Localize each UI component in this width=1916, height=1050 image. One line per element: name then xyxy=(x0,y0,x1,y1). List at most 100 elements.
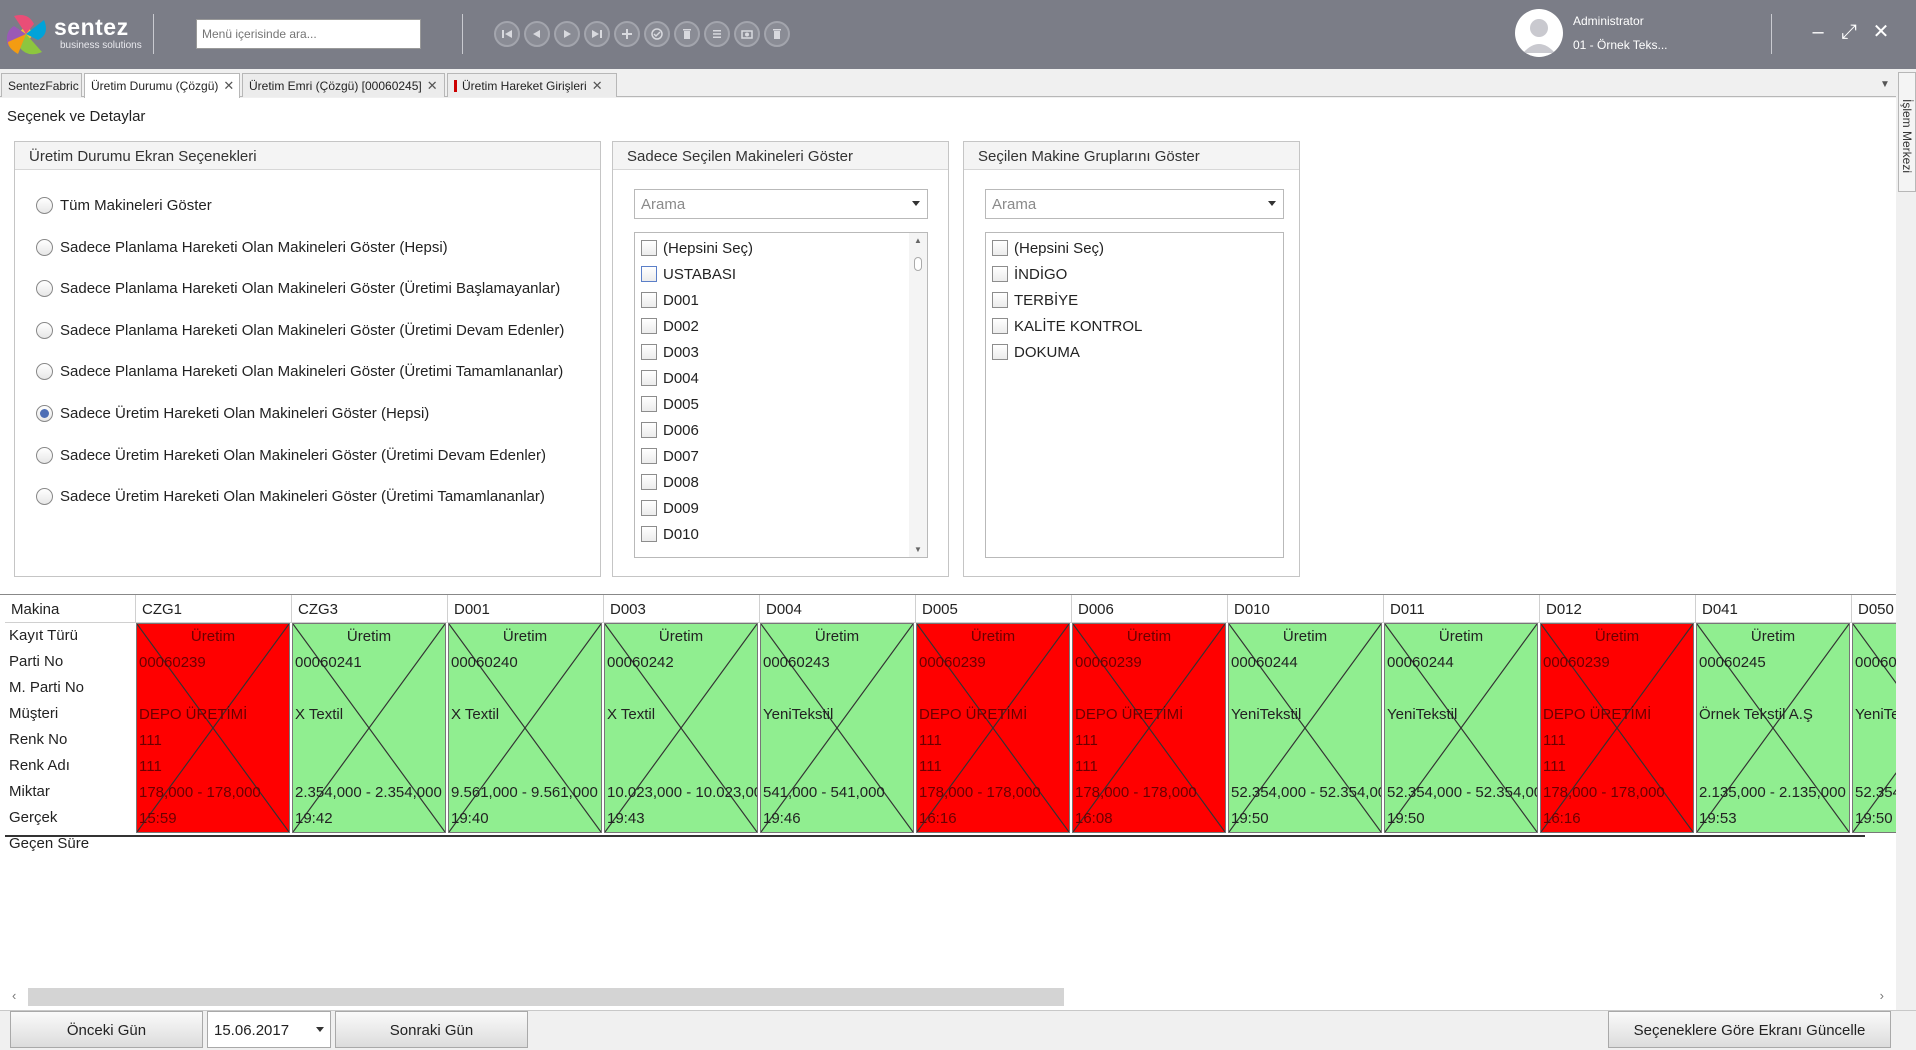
checkbox[interactable] xyxy=(992,344,1008,360)
option-radio-row[interactable]: Sadece Planlama Hareketi Olan Makineleri… xyxy=(36,280,560,298)
checklist-item[interactable]: D009 xyxy=(641,498,699,518)
checklist-item[interactable]: D003 xyxy=(641,342,699,362)
grid-horizontal-scrollbar[interactable]: ‹ › xyxy=(12,986,1884,1008)
machine-column-header[interactable]: D011 xyxy=(1384,595,1540,623)
next-day-button[interactable]: Sonraki Gün xyxy=(335,1011,528,1048)
chevron-down-icon[interactable] xyxy=(316,1027,324,1032)
tab-uretim-emri[interactable]: Üretim Emri (Çözgü) [00060245] ✕ xyxy=(242,73,445,97)
tab-uretim-hareket[interactable]: Üretim Hareket Girişleri ✕ xyxy=(447,73,617,97)
radio-button[interactable] xyxy=(36,488,53,506)
delete-icon[interactable] xyxy=(674,21,700,47)
option-radio-row[interactable]: Sadece Üretim Hareketi Olan Makineleri G… xyxy=(36,446,546,464)
checkbox[interactable] xyxy=(641,344,657,360)
last-record-icon[interactable] xyxy=(584,21,610,47)
radio-button[interactable] xyxy=(36,446,53,464)
checklist-item[interactable]: D006 xyxy=(641,420,699,440)
machine-column-header[interactable]: D010 xyxy=(1228,595,1384,623)
user-company[interactable]: 01 - Örnek Teks... xyxy=(1573,38,1667,52)
scroll-left-icon[interactable]: ‹ xyxy=(12,988,16,1003)
option-radio-row[interactable]: Sadece Planlama Hareketi Olan Makineleri… xyxy=(36,321,564,339)
checkbox[interactable] xyxy=(641,318,657,334)
scroll-down-icon[interactable]: ▼ xyxy=(914,545,922,554)
checkbox[interactable] xyxy=(641,266,657,282)
machine-column-header[interactable]: D001 xyxy=(448,595,604,623)
machine-column-header[interactable]: CZG3 xyxy=(292,595,448,623)
machine-status-card[interactable]: Üretim 00060245 Örnek Tekstil A.Ş 2.135,000… xyxy=(1696,623,1850,833)
machines-search-combo[interactable]: Arama xyxy=(634,189,928,219)
machine-status-card[interactable]: Üretim 00060244 YeniTekstil 52.354,000 - 52… xyxy=(1228,623,1382,833)
scroll-thumb[interactable] xyxy=(914,257,922,271)
add-icon[interactable] xyxy=(614,21,640,47)
camera-icon[interactable] xyxy=(734,21,760,47)
checkbox[interactable] xyxy=(641,422,657,438)
machine-column-header[interactable]: D005 xyxy=(916,595,1072,623)
machine-column-header[interactable]: D041 xyxy=(1696,595,1852,623)
checkbox[interactable] xyxy=(641,526,657,542)
machine-status-card[interactable]: Üretim 00060241 X Textil 2.354,000 - 2.354,… xyxy=(292,623,446,833)
machine-status-card[interactable]: Üretim 00060240 X Textil 9.561,000 - 9.561,… xyxy=(448,623,602,833)
machine-groups-search-combo[interactable]: Arama xyxy=(985,189,1284,219)
chevron-down-icon[interactable] xyxy=(912,201,920,206)
option-radio-row[interactable]: Sadece Üretim Hareketi Olan Makineleri G… xyxy=(36,405,429,422)
previous-record-icon[interactable] xyxy=(524,21,550,47)
tab-sentezfabric[interactable]: SentezFabric xyxy=(1,73,82,97)
machine-column-header[interactable]: D003 xyxy=(604,595,760,623)
user-avatar[interactable] xyxy=(1515,9,1563,57)
machine-status-card[interactable]: Üretim 00060243 YeniTekstil 541,000 - 541,0… xyxy=(760,623,914,833)
checkbox[interactable] xyxy=(992,240,1008,256)
checklist-item[interactable]: D005 xyxy=(641,394,699,414)
option-radio-row[interactable]: Sadece Planlama Hareketi Olan Makineleri… xyxy=(36,363,563,381)
machine-column-header[interactable]: D006 xyxy=(1072,595,1228,623)
previous-day-button[interactable]: Önceki Gün xyxy=(10,1011,203,1048)
tab-uretim-durumu[interactable]: Üretim Durumu (Çözgü) ✕ xyxy=(84,73,240,98)
checkbox[interactable] xyxy=(992,292,1008,308)
chevron-down-icon[interactable] xyxy=(1268,201,1276,206)
islem-merkezi-panel-tab[interactable]: İşlem Merkezi xyxy=(1898,72,1916,192)
tab-close-icon[interactable]: ✕ xyxy=(592,78,603,94)
machine-status-card[interactable]: Üretim 00060244 YeniTekstil 52.354,000 - 52… xyxy=(1384,623,1538,833)
checklist-item[interactable]: (Hepsini Seç) xyxy=(992,238,1104,258)
checklist-item[interactable]: DOKUMA xyxy=(992,342,1080,362)
radio-button[interactable] xyxy=(36,321,53,339)
option-radio-row[interactable]: Sadece Üretim Hareketi Olan Makineleri G… xyxy=(36,488,545,506)
checklist-item[interactable]: D001 xyxy=(641,290,699,310)
machine-status-card[interactable]: Üretim 00060239 DEPO ÜRETİMİ 111 111 178,000 … xyxy=(136,623,290,833)
next-record-icon[interactable] xyxy=(554,21,580,47)
refresh-screen-button[interactable]: Seçeneklere Göre Ekranı Güncelle xyxy=(1608,1011,1891,1048)
close-icon[interactable]: ✕ xyxy=(1869,20,1893,44)
tab-overflow-icon[interactable]: ▼ xyxy=(1880,79,1890,90)
minimize-icon[interactable]: – xyxy=(1806,20,1830,44)
checklist-item[interactable]: D010 xyxy=(641,524,699,544)
checkbox[interactable] xyxy=(992,318,1008,334)
radio-button[interactable] xyxy=(36,238,53,256)
checkbox[interactable] xyxy=(641,500,657,516)
machine-status-card[interactable]: Üretim 00060239 DEPO ÜRETİMİ 111 111 178,000 … xyxy=(1072,623,1226,833)
checklist-item[interactable]: (Hepsini Seç) xyxy=(641,238,753,258)
machines-list-scrollbar[interactable]: ▲ ▼ xyxy=(909,233,927,557)
machine-column-header[interactable]: D004 xyxy=(760,595,916,623)
radio-button[interactable] xyxy=(36,280,53,298)
checkbox[interactable] xyxy=(641,292,657,308)
menu-search-input[interactable] xyxy=(196,19,421,49)
machine-groups-list[interactable]: (Hepsini Seç) İNDİGO TERBİYE KALİTE KONTROL… xyxy=(985,232,1284,558)
machine-column-header[interactable]: D012 xyxy=(1540,595,1696,623)
check-icon[interactable] xyxy=(644,21,670,47)
checklist-item[interactable]: USTABASI xyxy=(641,264,736,284)
checklist-item[interactable]: D002 xyxy=(641,316,699,336)
checkbox[interactable] xyxy=(641,370,657,386)
machine-column-header[interactable]: CZG1 xyxy=(136,595,292,623)
option-radio-row[interactable]: Sadece Planlama Hareketi Olan Makineleri… xyxy=(36,238,448,256)
checklist-item[interactable]: İNDİGO xyxy=(992,264,1067,284)
list-icon[interactable] xyxy=(704,21,730,47)
first-record-icon[interactable] xyxy=(494,21,520,47)
date-picker[interactable]: 15.06.2017 xyxy=(207,1011,331,1048)
checkbox[interactable] xyxy=(992,266,1008,282)
checklist-item[interactable]: D007 xyxy=(641,446,699,466)
checklist-item[interactable]: D004 xyxy=(641,368,699,388)
scroll-up-icon[interactable]: ▲ xyxy=(914,236,922,245)
machine-status-card[interactable]: Üretim 00060246 YeniTekstil 52.354,000 19:50… xyxy=(1852,623,1896,833)
scroll-thumb[interactable] xyxy=(28,988,1064,1006)
checklist-item[interactable]: TERBİYE xyxy=(992,290,1078,310)
trash-icon[interactable] xyxy=(764,21,790,47)
checklist-item[interactable]: KALİTE KONTROL xyxy=(992,316,1142,336)
